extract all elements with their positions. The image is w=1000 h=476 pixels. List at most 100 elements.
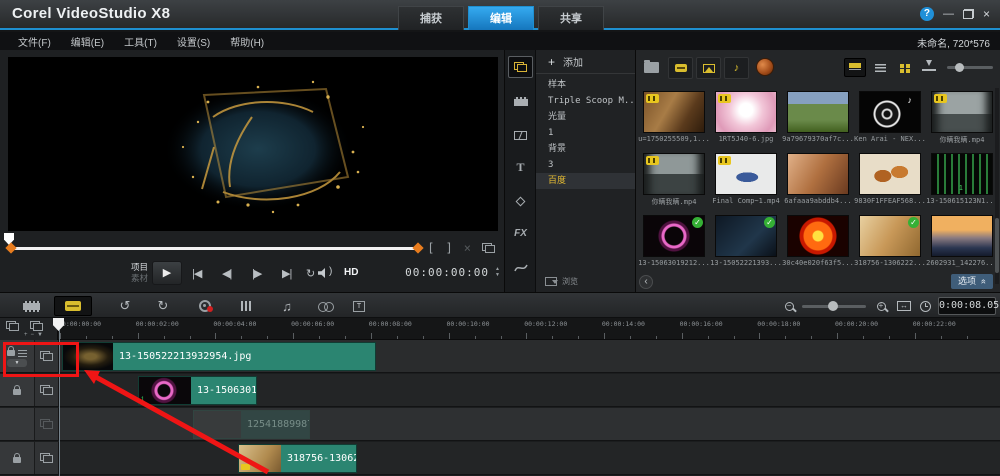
timeline-timecode[interactable]: 0:00:08.05: [938, 297, 999, 315]
zoom-slider-knob[interactable]: [828, 301, 838, 311]
back-button[interactable]: ‹: [639, 275, 653, 289]
enlarge-preview-icon[interactable]: [482, 243, 495, 253]
media-item[interactable]: 你瞒我瞒.mp4: [638, 150, 710, 212]
mode-project-label[interactable]: 项目: [118, 262, 148, 273]
zoom-out-button[interactable]: −: [780, 296, 798, 316]
options-button[interactable]: 选项 «: [950, 274, 993, 289]
filter-fx-icon[interactable]: FX: [508, 222, 533, 244]
close-icon[interactable]: ×: [983, 7, 990, 21]
undo-button[interactable]: ↺: [112, 296, 138, 316]
media-item[interactable]: Ken Arai - NEX...: [854, 88, 926, 150]
media-item[interactable]: 9a79679370af7c...: [782, 88, 854, 150]
record-capture-button[interactable]: [192, 296, 218, 316]
mark-in-button[interactable]: [: [427, 241, 434, 255]
folder-icon[interactable]: [644, 60, 659, 73]
hd-toggle[interactable]: HD: [344, 267, 358, 278]
title-icon[interactable]: T: [508, 156, 533, 178]
slider-knob[interactable]: [955, 63, 964, 72]
jump-start-button[interactable]: |◀: [192, 267, 202, 280]
timecode-spinner[interactable]: ▲ ▼: [494, 266, 501, 278]
media-item[interactable]: ✓ 13-15063019212...: [638, 212, 710, 274]
instant-project-icon[interactable]: [508, 90, 533, 112]
minimize-icon[interactable]: —: [943, 7, 954, 21]
repeat-button[interactable]: ↻: [306, 267, 315, 280]
menu-item[interactable]: 编辑(E): [61, 34, 114, 49]
menu-item[interactable]: 文件(F): [8, 34, 61, 49]
tab-1[interactable]: 捕获: [398, 6, 464, 30]
help-icon[interactable]: ?: [919, 7, 934, 21]
zoom-in-button[interactable]: +: [872, 296, 890, 316]
scrub-bar[interactable]: [10, 247, 418, 250]
timeline-clip[interactable]: 13-150522213932954.jpg: [62, 342, 376, 371]
timeline-clip[interactable]: 13-150630192: [138, 376, 257, 405]
tab-2[interactable]: 编辑: [468, 6, 534, 30]
library-gallery-item[interactable]: Triple Scoop M...: [536, 93, 635, 109]
duration-button[interactable]: [916, 296, 934, 316]
media-item[interactable]: 1RT5J40-6.jpg: [710, 88, 782, 150]
media-item[interactable]: 2602931_142276...: [926, 212, 998, 274]
media-item[interactable]: u=1750255509,1...: [638, 88, 710, 150]
library-gallery-item[interactable]: 3: [536, 157, 635, 173]
timeline-zoom-slider[interactable]: [802, 301, 866, 311]
speaker-icon[interactable]: [318, 268, 325, 278]
next-frame-button[interactable]: |▶: [252, 267, 262, 280]
ripple-edit-button[interactable]: [312, 296, 338, 316]
track-chapter-icon[interactable]: [6, 321, 19, 331]
preview-video[interactable]: [8, 57, 498, 231]
trim-end-handle[interactable]: [412, 242, 424, 254]
timeline-clip[interactable]: 125418899876: [193, 410, 310, 439]
add-gallery-button[interactable]: + 添加: [536, 50, 635, 74]
scrollbar-thumb[interactable]: [995, 218, 999, 273]
redo-button[interactable]: ↻: [150, 296, 176, 316]
media-scrollbar[interactable]: [995, 88, 999, 284]
thumbnail-view-button[interactable]: [844, 58, 866, 77]
import-icon[interactable]: [922, 59, 936, 71]
library-gallery-item[interactable]: 背景: [536, 141, 635, 157]
media-item[interactable]: 6afaaa9abddb4...: [782, 150, 854, 212]
library-gallery-item[interactable]: 1: [536, 125, 635, 141]
browse-button[interactable]: 浏览: [545, 276, 578, 287]
library-gallery-item[interactable]: 样本: [536, 77, 635, 93]
mode-clip-label[interactable]: 素材: [118, 273, 148, 284]
media-item[interactable]: ✓ 318756-1306222...: [854, 212, 926, 274]
media-item[interactable]: 13-150615123N1...: [926, 150, 998, 212]
library-gallery-item[interactable]: 光量: [536, 109, 635, 125]
filter-photo-button[interactable]: [696, 57, 721, 79]
grid-view-button[interactable]: [894, 58, 916, 77]
media-item[interactable]: Final Comp~1.mp4: [710, 150, 782, 212]
subtitle-button[interactable]: T: [346, 296, 372, 316]
timeline-view-button[interactable]: [54, 296, 92, 316]
media-item[interactable]: 你瞒我瞒.mp4: [926, 88, 998, 150]
delete-button[interactable]: ×: [464, 241, 471, 255]
transition-icon[interactable]: [508, 124, 533, 146]
preview-timecode[interactable]: 00:00:00:00: [405, 266, 489, 279]
timeline-ruler[interactable]: 00:00:00:00 00:00:02:00 00:00:04:00 00:00:0…: [0, 318, 1000, 340]
mark-out-button[interactable]: ]: [446, 241, 453, 255]
auto-music-button[interactable]: ♫: [274, 296, 300, 316]
menu-item[interactable]: 设置(S): [167, 34, 220, 49]
menu-item[interactable]: 帮助(H): [220, 34, 274, 49]
track-cue-icon[interactable]: [30, 321, 43, 331]
prev-frame-button[interactable]: ◀|: [222, 267, 232, 280]
filter-video-button[interactable]: [668, 57, 693, 79]
jump-end-button[interactable]: ▶|: [282, 267, 292, 280]
filter-audio-button[interactable]: ♪: [724, 57, 749, 79]
track-add-remove-tools[interactable]: + − ▼: [24, 332, 43, 339]
record-capture-orb-icon[interactable]: [756, 58, 774, 76]
trim-start-handle[interactable]: [5, 242, 17, 254]
restore-icon[interactable]: [962, 9, 974, 19]
list-view-button[interactable]: [869, 58, 891, 77]
library-gallery-item[interactable]: 百度: [536, 173, 635, 189]
tab-3[interactable]: 共享: [538, 6, 604, 30]
media-item[interactable]: 30c40e020f63f5...: [782, 212, 854, 274]
media-item[interactable]: ✓ 13-15052221393...: [710, 212, 782, 274]
fit-project-button[interactable]: ↔: [894, 296, 914, 316]
media-library-icon[interactable]: [508, 56, 533, 78]
play-button[interactable]: ▶: [152, 261, 182, 285]
timeline-clip[interactable]: 318756-1306222: [238, 444, 357, 473]
graphic-icon[interactable]: [508, 190, 533, 212]
sound-mixer-button[interactable]: [234, 296, 260, 316]
storyboard-view-button[interactable]: [12, 296, 50, 316]
thumbnail-size-slider[interactable]: [947, 63, 993, 72]
media-item[interactable]: 9830F1FFEAF568...: [854, 150, 926, 212]
